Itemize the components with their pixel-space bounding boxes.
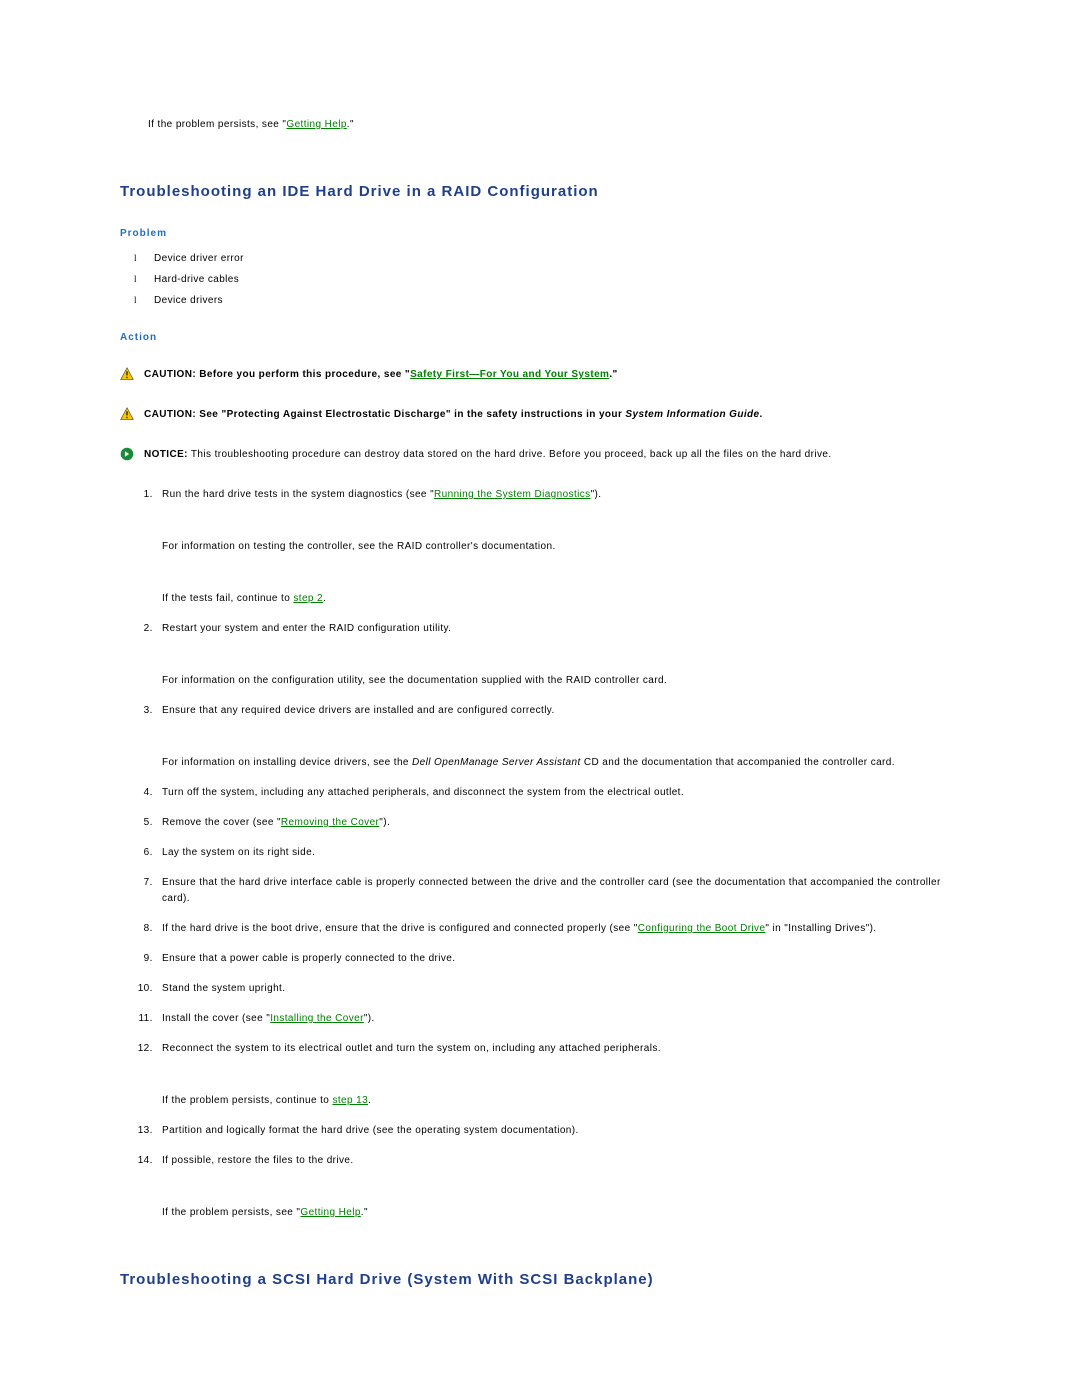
step-aux: If the problem persists, continue to ste… [162, 1093, 960, 1109]
caution-text: CAUTION: See "Protecting Against Electro… [144, 407, 960, 423]
ide-raid-heading: Troubleshooting an IDE Hard Drive in a R… [120, 183, 960, 200]
caution-1: CAUTION: Before you perform this procedu… [120, 367, 960, 383]
step-14: If possible, restore the files to the dr… [156, 1153, 960, 1221]
caution-icon [120, 407, 138, 421]
caution-2: CAUTION: See "Protecting Against Electro… [120, 407, 960, 423]
intro-persist-line: If the problem persists, see "Getting He… [148, 116, 960, 133]
caution-icon [120, 367, 138, 381]
notice-label: NOTICE: [144, 449, 188, 460]
removing-cover-link[interactable]: Removing the Cover [281, 817, 379, 828]
step-aux: If the problem persists, see "Getting He… [162, 1205, 960, 1221]
step-after: "). [591, 489, 602, 500]
step-11: Install the cover (see "Installing the C… [156, 1011, 960, 1027]
notice-icon [120, 447, 138, 461]
step-6: Lay the system on its right side. [156, 845, 960, 861]
step-text: Run the hard drive tests in the system d… [162, 489, 434, 500]
caution-text: CAUTION: Before you perform this procedu… [144, 367, 960, 383]
aux-before: If the tests fail, continue to [162, 593, 293, 604]
step-5: Remove the cover (see "Removing the Cove… [156, 815, 960, 831]
step-before: Install the cover (see " [162, 1013, 270, 1024]
step-3: Ensure that any required device drivers … [156, 703, 960, 771]
aux-after: CD and the documentation that accompanie… [581, 757, 895, 768]
step-before: If the hard drive is the boot drive, ens… [162, 923, 638, 934]
step-text: Reconnect the system to its electrical o… [162, 1043, 661, 1054]
notice-text: NOTICE: This troubleshooting procedure c… [144, 447, 960, 463]
step-before: Remove the cover (see " [162, 817, 281, 828]
notice: NOTICE: This troubleshooting procedure c… [120, 447, 960, 463]
problem-heading: Problem [120, 228, 960, 239]
step-10: Stand the system upright. [156, 981, 960, 997]
step-aux: For information on the configuration uti… [162, 673, 960, 689]
step-aux: If the tests fail, continue to step 2. [162, 591, 960, 607]
aux-before: For information on installing device dri… [162, 757, 412, 768]
step-aux: For information on installing device dri… [162, 755, 960, 771]
problem-item: Device driver error [134, 253, 960, 264]
step-2: Restart your system and enter the RAID c… [156, 621, 960, 689]
action-heading: Action [120, 332, 960, 343]
caution-before: See "Protecting Against Electrostatic Di… [196, 409, 625, 420]
problem-item: Hard-drive cables [134, 274, 960, 285]
problem-item: Device drivers [134, 295, 960, 306]
step2-link[interactable]: step 2 [293, 593, 323, 604]
step-13: Partition and logically format the hard … [156, 1123, 960, 1139]
running-diagnostics-link[interactable]: Running the System Diagnostics [434, 489, 591, 500]
configuring-boot-drive-link[interactable]: Configuring the Boot Drive [638, 923, 766, 934]
step-7: Ensure that the hard drive interface cab… [156, 875, 960, 907]
step-text: If possible, restore the files to the dr… [162, 1155, 354, 1166]
safety-first-link[interactable]: Safety First—For You and Your System [410, 369, 609, 380]
step-4: Turn off the system, including any attac… [156, 785, 960, 801]
aux-italic: Dell OpenManage Server Assistant [412, 757, 581, 768]
step-text: Ensure that any required device drivers … [162, 705, 555, 716]
step-8: If the hard drive is the boot drive, ens… [156, 921, 960, 937]
step-after: "). [364, 1013, 375, 1024]
scsi-backplane-heading: Troubleshooting a SCSI Hard Drive (Syste… [120, 1271, 960, 1288]
step-1: Run the hard drive tests in the system d… [156, 487, 960, 607]
action-steps: Run the hard drive tests in the system d… [120, 487, 960, 1221]
aux-before: If the problem persists, continue to [162, 1095, 332, 1106]
problem-list: Device driver error Hard-drive cables De… [134, 253, 960, 306]
getting-help-link[interactable]: Getting Help [286, 119, 346, 130]
caution-label: CAUTION: [144, 369, 196, 380]
getting-help-link-2[interactable]: Getting Help [300, 1207, 360, 1218]
caution-italic: System Information Guide [625, 409, 759, 420]
caution-after: ." [609, 369, 617, 380]
aux-after: . [323, 593, 326, 604]
step-after: "). [379, 817, 390, 828]
step-12: Reconnect the system to its electrical o… [156, 1041, 960, 1109]
caution-before: Before you perform this procedure, see " [196, 369, 410, 380]
caution-label: CAUTION: [144, 409, 196, 420]
caution-after: . [760, 409, 763, 420]
aux-after: . [368, 1095, 371, 1106]
step-9: Ensure that a power cable is properly co… [156, 951, 960, 967]
aux-after: ." [361, 1207, 368, 1218]
step-after: " in "Installing Drives"). [765, 923, 876, 934]
step-aux: For information on testing the controlle… [162, 539, 960, 555]
intro-suffix: ." [347, 119, 354, 130]
installing-cover-link[interactable]: Installing the Cover [270, 1013, 364, 1024]
notice-body: This troubleshooting procedure can destr… [188, 449, 832, 460]
step-text: Restart your system and enter the RAID c… [162, 623, 451, 634]
step13-link[interactable]: step 13 [332, 1095, 368, 1106]
document-body: If the problem persists, see "Getting He… [0, 0, 1080, 1376]
intro-prefix: If the problem persists, see " [148, 119, 286, 130]
aux-before: If the problem persists, see " [162, 1207, 300, 1218]
